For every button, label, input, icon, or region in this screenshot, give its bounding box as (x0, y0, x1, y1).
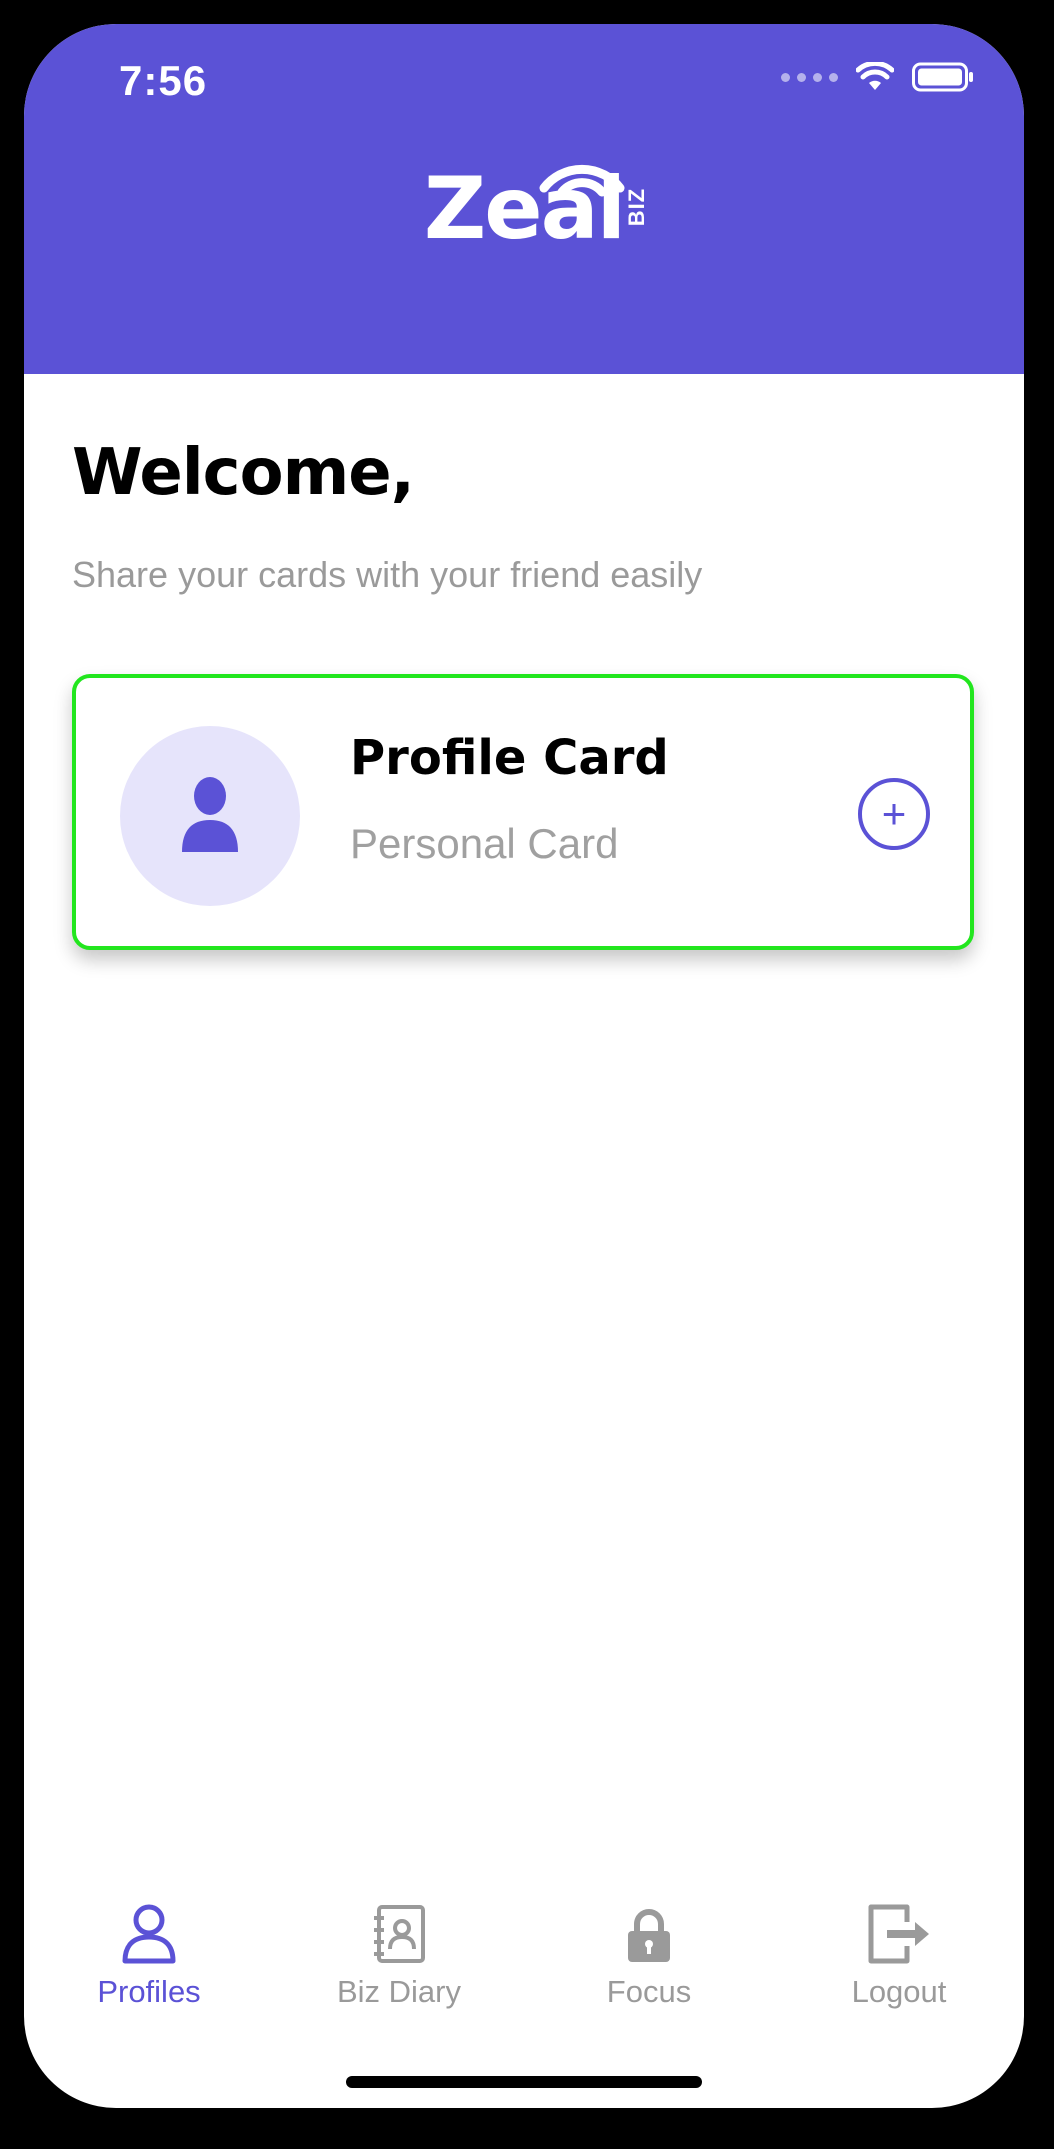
brand-logo: Zeal BIZ (24, 154, 1024, 264)
tab-label: Profiles (97, 1974, 201, 2009)
tab-focus[interactable]: Focus (524, 1894, 774, 2034)
tab-label: Biz Diary (336, 1974, 461, 2009)
add-button-label: + (881, 790, 907, 837)
tab-profiles[interactable]: Profiles (24, 1894, 274, 2034)
app-header: 7:56 Zeal BIZ (24, 24, 1024, 374)
lock-icon (628, 1909, 670, 1962)
battery-icon (912, 62, 973, 92)
app-screen: 7:56 Zeal BIZ Welcome, Share your cards … (24, 24, 1024, 2108)
logout-icon (868, 1904, 929, 1964)
status-time: 7:56 (119, 57, 208, 104)
tab-label: Focus (606, 1974, 692, 2009)
wifi-icon (856, 62, 894, 90)
card-subtitle: Personal Card (350, 820, 619, 867)
logo-suffix: BIZ (623, 187, 649, 227)
tab-logout[interactable]: Logout (774, 1894, 1024, 2034)
main-content: Welcome, Share your cards with your frie… (72, 374, 976, 596)
avatar (120, 726, 300, 906)
signal-dots-icon (781, 72, 838, 82)
profile-card[interactable]: Profile Card Personal Card + (72, 674, 974, 950)
card-title: Profile Card (350, 730, 669, 786)
person-outline-icon (122, 1904, 176, 1964)
page-title: Welcome, (72, 436, 415, 510)
home-indicator (346, 2076, 702, 2088)
contact-book-icon (374, 1905, 425, 1963)
page-subtitle: Share your cards with your friend easily (72, 554, 703, 595)
status-icons (781, 62, 974, 92)
plus-circle-icon[interactable]: + (858, 778, 930, 850)
tab-biz-diary[interactable]: Biz Diary (274, 1894, 524, 2034)
signal-waves-icon (539, 164, 625, 197)
tab-label: Logout (851, 1974, 947, 2009)
bottom-tab-bar: Profiles Biz Diary Focus Logout (24, 1894, 1024, 2034)
person-icon (182, 777, 238, 852)
